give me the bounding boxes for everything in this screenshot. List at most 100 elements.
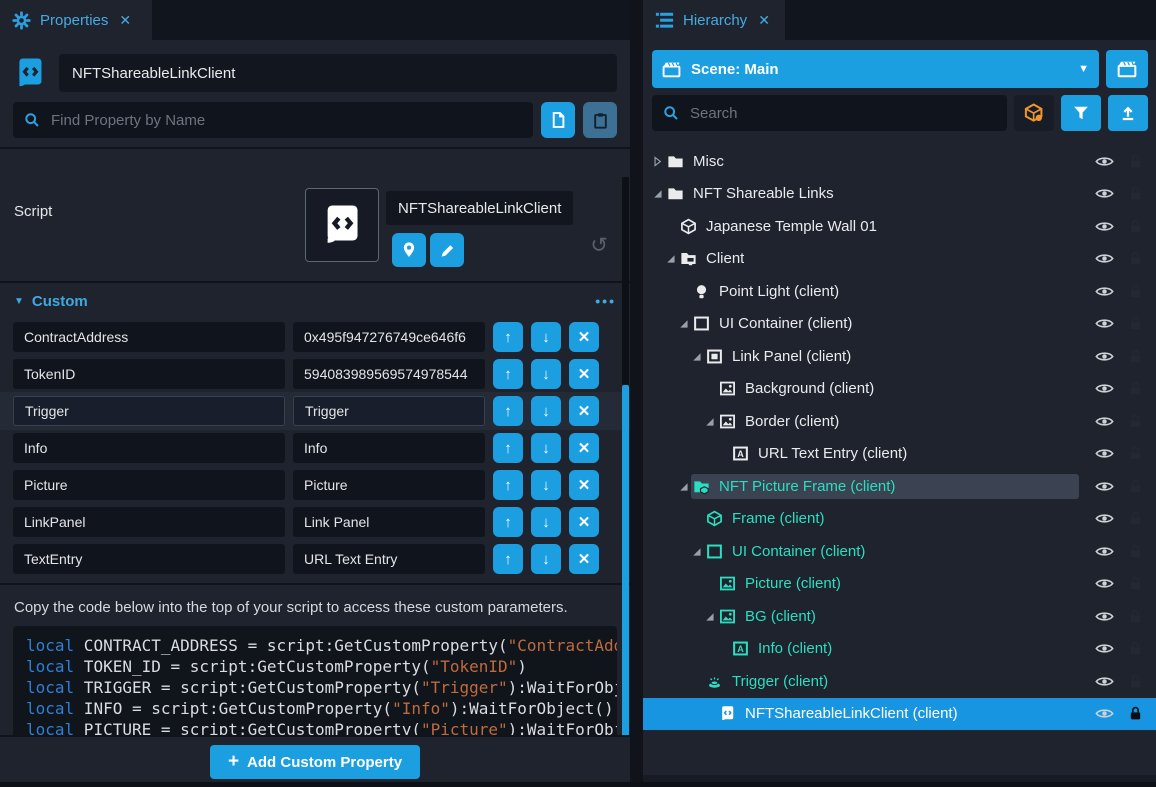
tab-properties[interactable]: Properties ✕ xyxy=(0,0,152,40)
property-search-field[interactable] xyxy=(13,102,533,138)
visibility-eye-icon[interactable] xyxy=(1095,509,1114,528)
lock-icon[interactable] xyxy=(1127,185,1144,202)
close-icon[interactable]: ✕ xyxy=(758,12,770,29)
script-thumbnail[interactable] xyxy=(305,188,379,262)
tree-row[interactable]: Border (client) xyxy=(643,405,1156,438)
lock-icon[interactable] xyxy=(1127,673,1144,690)
move-up-button[interactable]: ↑ xyxy=(493,359,523,389)
visibility-eye-icon[interactable] xyxy=(1095,574,1114,593)
move-down-button[interactable]: ↓ xyxy=(531,322,561,352)
lock-icon[interactable] xyxy=(1127,218,1144,235)
tree-row[interactable]: NFT Shareable Links xyxy=(643,178,1156,211)
filter-button[interactable] xyxy=(1061,95,1101,131)
expanded-caret-icon[interactable] xyxy=(690,545,703,558)
tree-row[interactable]: UI Container (client) xyxy=(643,535,1156,568)
move-down-button[interactable]: ↓ xyxy=(531,507,561,537)
visibility-eye-icon[interactable] xyxy=(1095,249,1114,268)
lock-icon[interactable] xyxy=(1127,315,1144,332)
visibility-eye-icon[interactable] xyxy=(1095,217,1114,236)
visibility-eye-icon[interactable] xyxy=(1095,704,1114,723)
code-snippet-box[interactable]: local CONTRACT_ADDRESS = script:GetCusto… xyxy=(13,626,617,735)
move-up-button[interactable]: ↑ xyxy=(493,396,523,426)
tree-row[interactable]: Japanese Temple Wall 01 xyxy=(643,210,1156,243)
visibility-eye-icon[interactable] xyxy=(1095,542,1114,561)
visibility-eye-icon[interactable] xyxy=(1095,347,1114,366)
lock-icon[interactable] xyxy=(1127,413,1144,430)
tree-row[interactable]: Client xyxy=(643,243,1156,276)
visibility-eye-icon[interactable] xyxy=(1095,379,1114,398)
scene-selector-dropdown[interactable]: Scene: Main ▼ xyxy=(652,50,1099,88)
property-name-field[interactable]: TextEntry xyxy=(13,544,285,574)
delete-property-button[interactable]: ✕ xyxy=(569,396,599,426)
property-value-field[interactable]: 0x495f947276749ce646f6 xyxy=(293,322,485,352)
tree-row[interactable]: Background (client) xyxy=(643,373,1156,406)
expanded-caret-icon[interactable] xyxy=(677,317,690,330)
visibility-eye-icon[interactable] xyxy=(1095,412,1114,431)
tree-row[interactable]: AURL Text Entry (client) xyxy=(643,438,1156,471)
custom-property-row[interactable]: ContractAddress 0x495f947276749ce646f6 ↑ ↓ ✕ xyxy=(13,322,617,352)
custom-property-row[interactable]: TextEntry URL Text Entry ↑ ↓ ✕ xyxy=(13,544,617,574)
move-up-button[interactable]: ↑ xyxy=(493,544,523,574)
property-search-input[interactable] xyxy=(49,111,522,130)
tree-row[interactable]: Point Light (client) xyxy=(643,275,1156,308)
tree-row[interactable]: NFT Picture Frame (client) xyxy=(643,470,1156,503)
visibility-eye-icon[interactable] xyxy=(1095,444,1114,463)
expanded-caret-icon[interactable] xyxy=(703,415,716,428)
edit-script-button[interactable] xyxy=(430,233,464,267)
move-up-button[interactable]: ↑ xyxy=(493,507,523,537)
move-up-button[interactable]: ↑ xyxy=(493,322,523,352)
visibility-eye-icon[interactable] xyxy=(1095,184,1114,203)
property-name-field[interactable]: Picture xyxy=(13,470,285,500)
property-name-field[interactable]: ContractAddress xyxy=(13,322,285,352)
property-name-field[interactable]: Trigger xyxy=(13,396,285,426)
visibility-eye-icon[interactable] xyxy=(1095,607,1114,626)
collapse-caret-icon[interactable]: ▼ xyxy=(14,296,24,307)
property-value-field[interactable]: URL Text Entry xyxy=(293,544,485,574)
expanded-caret-icon[interactable] xyxy=(651,187,664,200)
visibility-eye-icon[interactable] xyxy=(1095,282,1114,301)
visibility-eye-icon[interactable] xyxy=(1095,477,1114,496)
property-value-field[interactable]: Picture xyxy=(293,470,485,500)
copy-properties-button[interactable] xyxy=(541,102,575,138)
lock-icon[interactable] xyxy=(1127,478,1144,495)
delete-property-button[interactable]: ✕ xyxy=(569,544,599,574)
delete-property-button[interactable]: ✕ xyxy=(569,322,599,352)
collapsed-caret-icon[interactable] xyxy=(651,155,664,168)
lock-icon[interactable] xyxy=(1127,445,1144,462)
move-down-button[interactable]: ↓ xyxy=(531,544,561,574)
move-down-button[interactable]: ↓ xyxy=(531,470,561,500)
delete-property-button[interactable]: ✕ xyxy=(569,433,599,463)
move-up-button[interactable]: ↑ xyxy=(493,470,523,500)
property-value-field[interactable]: Link Panel xyxy=(293,507,485,537)
find-in-project-button[interactable] xyxy=(392,233,426,267)
lock-icon[interactable] xyxy=(1127,250,1144,267)
expanded-caret-icon[interactable] xyxy=(690,350,703,363)
tree-row[interactable]: Frame (client) xyxy=(643,503,1156,536)
property-name-field[interactable]: LinkPanel xyxy=(13,507,285,537)
custom-section-header[interactable]: ▼ Custom ••• xyxy=(0,287,630,315)
expanded-caret-icon[interactable] xyxy=(677,480,690,493)
lock-icon[interactable] xyxy=(1127,575,1144,592)
hierarchy-search-field[interactable] xyxy=(652,95,1007,131)
tree-row[interactable]: NFTShareableLinkClient (client) xyxy=(643,698,1156,731)
delete-property-button[interactable]: ✕ xyxy=(569,359,599,389)
property-name-field[interactable]: Info xyxy=(13,433,285,463)
delete-property-button[interactable]: ✕ xyxy=(569,470,599,500)
lock-icon[interactable] xyxy=(1127,543,1144,560)
close-icon[interactable]: ✕ xyxy=(119,12,131,29)
property-value-field[interactable]: 594083989569574978544 xyxy=(293,359,485,389)
reset-icon[interactable]: ↺ xyxy=(590,235,608,256)
properties-scrollbar[interactable] xyxy=(622,385,629,735)
lock-icon[interactable] xyxy=(1127,380,1144,397)
expanded-caret-icon[interactable] xyxy=(664,252,677,265)
custom-property-row[interactable]: LinkPanel Link Panel ↑ ↓ ✕ xyxy=(13,507,617,537)
export-button[interactable] xyxy=(1108,95,1148,131)
lock-icon[interactable] xyxy=(1127,608,1144,625)
tree-row[interactable]: AInfo (client) xyxy=(643,633,1156,666)
visibility-eye-icon[interactable] xyxy=(1095,672,1114,691)
lock-icon[interactable] xyxy=(1127,348,1144,365)
lock-icon[interactable] xyxy=(1127,510,1144,527)
move-down-button[interactable]: ↓ xyxy=(531,359,561,389)
delete-property-button[interactable]: ✕ xyxy=(569,507,599,537)
visibility-eye-icon[interactable] xyxy=(1095,314,1114,333)
